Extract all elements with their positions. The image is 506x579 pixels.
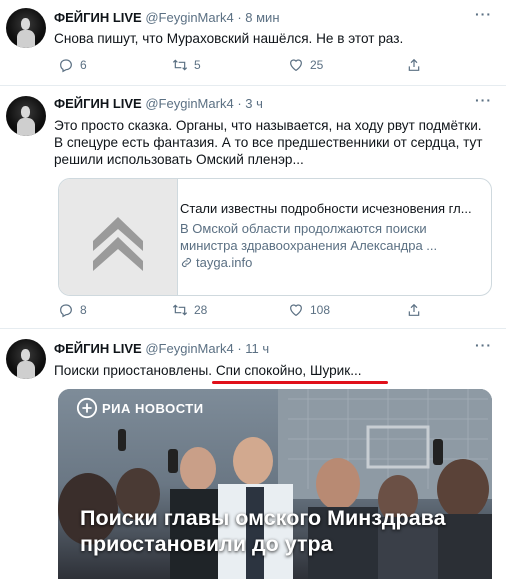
ria-logo: РИА НОВОСТИ xyxy=(76,397,204,419)
reply-button[interactable]: 6 xyxy=(58,57,87,73)
more-options-icon[interactable]: ··· xyxy=(475,6,492,22)
more-options-icon[interactable]: ··· xyxy=(475,92,492,108)
link-info: Стали известны подробности исчезновения … xyxy=(180,201,486,270)
like-button[interactable]: 25 xyxy=(288,57,323,73)
avatar[interactable] xyxy=(6,339,46,379)
tweet-text: Снова пишут, что Мураховский нашёлся. Не… xyxy=(54,31,404,46)
tweet-text: Это просто сказка. Органы, что называетс… xyxy=(54,118,483,167)
heart-icon xyxy=(290,304,302,317)
reply-icon xyxy=(60,59,72,73)
retweet-icon xyxy=(172,59,188,71)
author-name[interactable]: ФЕЙГИН LIVE xyxy=(54,341,142,356)
link-card[interactable]: Стали известны подробности исчезновения … xyxy=(58,178,492,296)
like-count: 108 xyxy=(310,303,331,317)
more-options-icon[interactable]: ··· xyxy=(475,337,492,353)
tweet-header: ФЕЙГИН LIVE @FeyginMark4 · 8 мин xyxy=(54,10,280,25)
tweet-actions: 8 28 108 xyxy=(54,302,434,322)
tweet-text: Поиски приостановлены. Спи спокойно, Шур… xyxy=(54,363,362,378)
chevrons-up-icon xyxy=(93,217,143,271)
like-button[interactable]: 108 xyxy=(288,302,330,318)
author-handle[interactable]: @FeyginMark4 xyxy=(145,10,233,25)
avatar[interactable] xyxy=(6,8,46,48)
timestamp[interactable]: 11 ч xyxy=(245,341,269,356)
dot-separator: · xyxy=(237,96,242,111)
share-icon xyxy=(408,58,420,71)
share-button[interactable] xyxy=(406,57,422,73)
avatar[interactable] xyxy=(6,96,46,136)
dot-separator: · xyxy=(237,341,242,356)
link-title[interactable]: Стали известны подробности исчезновения … xyxy=(180,201,486,216)
share-icon xyxy=(408,303,420,316)
media-headline: Поиски главы омского Минздрава приостано… xyxy=(80,506,446,556)
timestamp[interactable]: 3 ч xyxy=(245,96,263,111)
retweet-button[interactable]: 28 xyxy=(172,302,207,318)
author-handle[interactable]: @FeyginMark4 xyxy=(145,341,233,356)
red-underline-annotation xyxy=(212,381,388,384)
tweet-header: ФЕЙГИН LIVE @FeyginMark4 · 3 ч xyxy=(54,96,263,111)
ria-logo-text: РИА НОВОСТИ xyxy=(102,400,204,416)
tweet-2[interactable]: ФЕЙГИН LIVE @FeyginMark4 · 3 ч ··· Это п… xyxy=(0,86,506,326)
link-domain: tayga.info xyxy=(180,255,486,270)
reply-count: 6 xyxy=(80,58,87,72)
tweet-media-image[interactable]: РИА НОВОСТИ Поиски главы омского Минздра… xyxy=(58,389,492,579)
author-handle[interactable]: @FeyginMark4 xyxy=(145,96,233,111)
heart-icon xyxy=(290,59,302,72)
link-icon xyxy=(181,257,192,268)
link-description: В Омской области продолжаются поиски мин… xyxy=(180,221,438,253)
tweet-header: ФЕЙГИН LIVE @FeyginMark4 · 11 ч xyxy=(54,341,269,356)
ria-novosti-logo-icon xyxy=(76,397,98,419)
tweet-actions: 6 5 25 xyxy=(54,57,434,77)
link-thumbnail xyxy=(59,179,178,295)
tweet-1[interactable]: ФЕЙГИН LIVE @FeyginMark4 · 8 мин ··· Сно… xyxy=(0,0,506,84)
retweet-count: 5 xyxy=(194,58,201,72)
reply-button[interactable]: 8 xyxy=(58,302,87,318)
like-count: 25 xyxy=(310,58,324,72)
reply-count: 8 xyxy=(80,303,87,317)
author-name[interactable]: ФЕЙГИН LIVE xyxy=(54,96,142,111)
retweet-icon xyxy=(172,304,188,316)
link-domain-text: tayga.info xyxy=(196,255,253,270)
author-name[interactable]: ФЕЙГИН LIVE xyxy=(54,10,142,25)
share-button[interactable] xyxy=(406,302,422,318)
timestamp[interactable]: 8 мин xyxy=(245,10,279,25)
dot-separator: · xyxy=(237,10,242,25)
reply-icon xyxy=(60,304,72,318)
retweet-button[interactable]: 5 xyxy=(172,57,201,73)
retweet-count: 28 xyxy=(194,303,208,317)
